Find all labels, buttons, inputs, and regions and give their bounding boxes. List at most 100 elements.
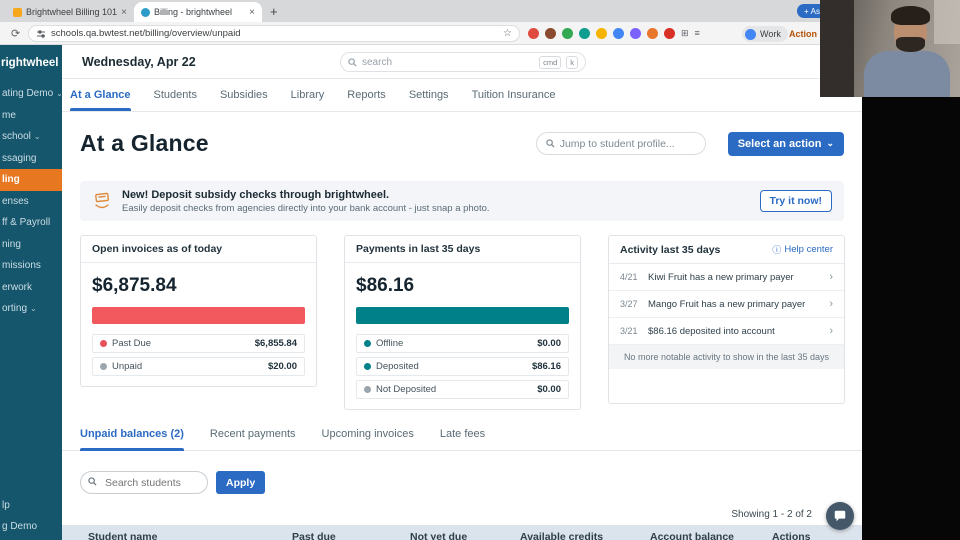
browser-tab-billing[interactable]: Billing - brightwheel × (134, 2, 262, 22)
tab-favicon (141, 7, 150, 17)
activity-row[interactable]: 3/21 $86.16 deposited into account › (609, 318, 844, 345)
banner-title: New! Deposit subsidy checks through brig… (122, 188, 390, 201)
card-title: Activity last 35 days (620, 243, 721, 256)
try-it-now-button[interactable]: Try it now! (759, 190, 832, 212)
help-center-link[interactable]: ⓘ Help center (772, 243, 833, 256)
extension-icon[interactable] (545, 28, 556, 39)
column-past-due: Past due (292, 531, 336, 540)
sidebar-item-paperwork[interactable]: erwork (0, 277, 62, 299)
tab-subsidies[interactable]: Subsidies (220, 79, 268, 111)
tab-upcoming-invoices[interactable]: Upcoming invoices (322, 428, 414, 450)
extension-icon[interactable] (613, 28, 624, 39)
sidebar-item-staff-payroll[interactable]: ff & Payroll (0, 212, 62, 234)
address-bar[interactable]: schools.qa.bwtest.net/billing/overview/u… (28, 25, 520, 42)
chevron-down-icon: ⌄ (30, 304, 37, 314)
search-students-input[interactable] (80, 471, 208, 494)
jump-placeholder: Jump to student profile... (559, 137, 675, 150)
page-content: At a Glance Jump to student profile... S… (62, 130, 862, 540)
column-available-credits: Available credits (520, 531, 604, 540)
tab-reports[interactable]: Reports (347, 79, 386, 111)
sidebar-item-reporting[interactable]: orting ⌄ (0, 298, 62, 320)
legend-dot (364, 340, 371, 347)
activity-card: Activity last 35 days ⓘ Help center 4/21… (608, 235, 845, 404)
activity-row[interactable]: 3/27 Mango Fruit has a new primary payer… (609, 291, 844, 318)
sidebar-item-learning[interactable]: ning (0, 234, 62, 256)
browser-tab-billing-101[interactable]: Brightwheel Billing 101: Set × (6, 2, 134, 22)
person-beard (896, 37, 925, 52)
tab-tuition-insurance[interactable]: Tuition Insurance (472, 79, 556, 111)
extension-icon[interactable] (647, 28, 658, 39)
person-hair (891, 6, 930, 25)
chevron-down-icon: ⌄ (826, 138, 834, 148)
sidebar-item-account[interactable]: g Demo (2, 521, 37, 532)
chevron-down-icon: ⌄ (33, 132, 41, 142)
tune-icon (37, 29, 45, 38)
close-icon[interactable]: × (121, 7, 127, 18)
extension-icon[interactable] (596, 28, 607, 39)
sidebar-item-admissions[interactable]: missions (0, 255, 62, 277)
apply-button[interactable]: Apply (216, 471, 266, 494)
browser-menu-icon[interactable]: ≡ (695, 28, 700, 39)
webcam-overlay (820, 0, 960, 97)
tab-favicon (13, 7, 22, 17)
column-account-balance: Account balance (650, 531, 735, 540)
tab-recent-payments[interactable]: Recent payments (210, 428, 296, 450)
legend-dot (100, 363, 107, 370)
sidebar-item-home[interactable]: me (0, 105, 62, 127)
legend-dot (364, 386, 371, 393)
table-header: Student name Past due Not yet due Availa… (62, 525, 862, 540)
close-icon[interactable]: × (249, 7, 255, 18)
sidebar-item-messaging[interactable]: ssaging (0, 148, 62, 170)
new-tab-button[interactable]: + (270, 5, 278, 18)
extension-icon[interactable] (579, 28, 590, 39)
sidebar-item-help[interactable]: lp (2, 500, 37, 511)
jump-to-student-input[interactable]: Jump to student profile... (535, 132, 706, 155)
cmd-keycap: cmd (539, 55, 562, 69)
browser-tab-strip: Brightwheel Billing 101: Set × Billing -… (0, 0, 960, 22)
activity-empty-message: No more notable activity to show in the … (609, 345, 844, 369)
profile-button[interactable]: Work (742, 26, 788, 42)
extension-icon[interactable] (528, 28, 539, 39)
tab-label: Billing - brightwheel (154, 7, 233, 17)
extensions-puzzle-icon[interactable]: ⊞ (681, 28, 689, 39)
legend-dot (100, 340, 107, 347)
search-icon (546, 139, 555, 148)
card-title: Payments in last 35 days (345, 236, 580, 263)
app-sidebar: rightwheel ating Demo ⌄ me school ⌄ ssag… (0, 45, 62, 540)
select-an-action-button[interactable]: Select an action ⌄ (727, 131, 844, 156)
tab-late-fees[interactable]: Late fees (440, 428, 485, 450)
column-student-name: Student name (88, 531, 158, 540)
main-panel: Wednesday, Apr 22 search cmd k At a Glan… (62, 45, 862, 540)
sidebar-item-expenses[interactable]: enses (0, 191, 62, 213)
browser-toolbar: ⟳ schools.qa.bwtest.net/billing/overview… (0, 22, 960, 45)
info-icon: ⓘ (772, 245, 782, 255)
tab-unpaid-balances[interactable]: Unpaid balances (2) (80, 428, 184, 451)
chat-widget-button[interactable] (826, 502, 854, 530)
sidebar-item-my-school[interactable]: school ⌄ (0, 126, 62, 148)
tab-settings[interactable]: Settings (409, 79, 449, 111)
column-not-yet-due: Not yet due (410, 531, 468, 540)
legend-row-past-due: Past Due $6,855.84 (92, 334, 305, 353)
results-count: Showing 1 - 2 of 2 (731, 509, 812, 520)
activity-row[interactable]: 4/21 Kiwi Fruit has a new primary payer … (609, 264, 844, 291)
balances-tabs: Unpaid balances (2) Recent payments Upco… (62, 428, 862, 451)
refresh-icon[interactable]: ⟳ (11, 27, 20, 40)
k-keycap: k (566, 55, 578, 69)
search-placeholder: search (362, 56, 393, 68)
global-search-input[interactable]: search cmd k (340, 52, 586, 72)
payments-amount: $86.16 (356, 275, 415, 296)
tab-students[interactable]: Students (154, 79, 197, 111)
extension-icon[interactable] (562, 28, 573, 39)
tab-at-a-glance[interactable]: At a Glance (70, 79, 131, 111)
sidebar-item-billing[interactable]: ling (0, 169, 62, 191)
extension-icon[interactable] (664, 28, 675, 39)
extension-icon[interactable] (630, 28, 641, 39)
chevron-right-icon: › (829, 325, 833, 337)
profile-label: Work (760, 29, 781, 39)
bookmark-star-icon[interactable]: ☆ (503, 28, 512, 39)
legend-row-deposited: Deposited $86.16 (356, 357, 569, 376)
chat-icon (834, 510, 846, 522)
open-invoices-amount: $6,875.84 (92, 275, 177, 296)
tab-library[interactable]: Library (291, 79, 325, 111)
sidebar-item-school-switcher[interactable]: ating Demo ⌄ (0, 83, 62, 105)
